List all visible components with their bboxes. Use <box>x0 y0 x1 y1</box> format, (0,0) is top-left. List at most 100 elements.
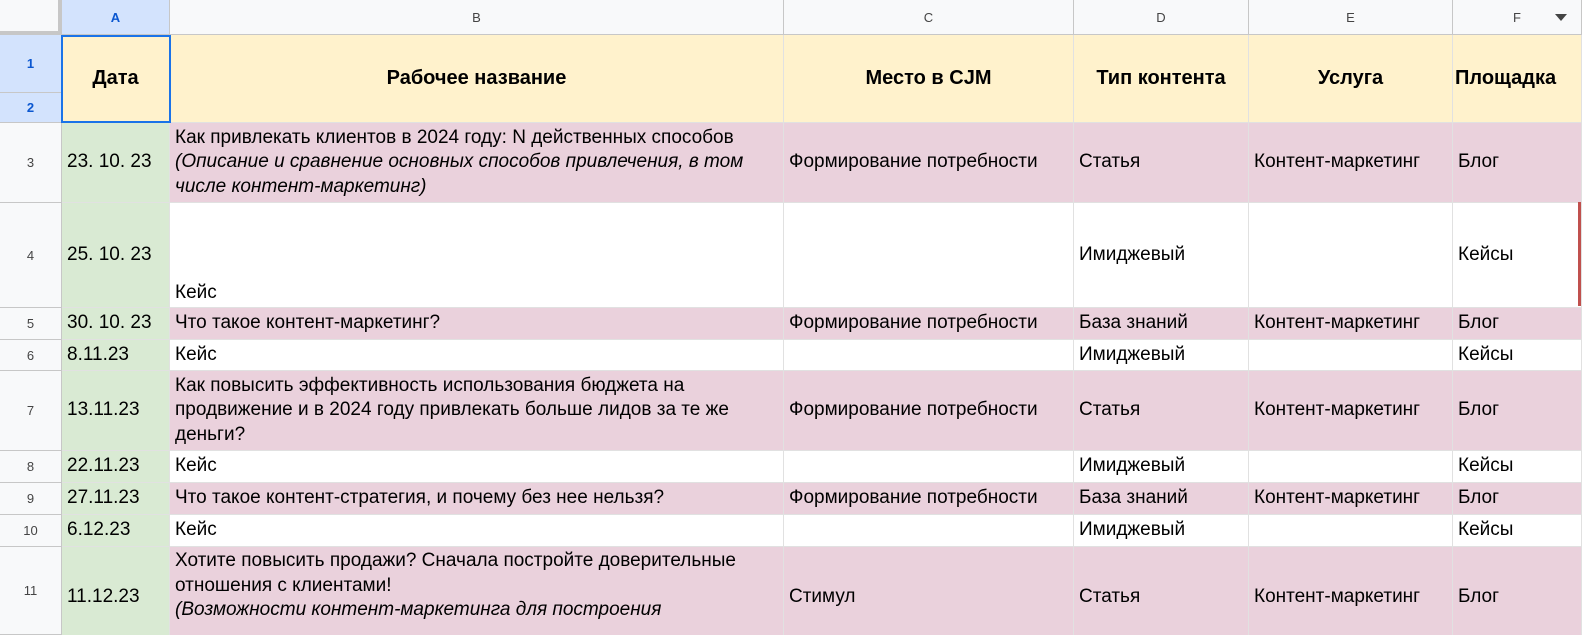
cell-title-text: Как привлекать клиентов в 2024 году: N д… <box>175 126 778 200</box>
row-header-8[interactable]: 8 <box>0 451 62 483</box>
cell-platform[interactable]: Блог <box>1453 123 1582 203</box>
cell-date[interactable]: 27.11.23 <box>62 483 170 515</box>
column-header-b[interactable]: B <box>170 0 784 35</box>
chevron-down-icon[interactable] <box>1555 14 1567 21</box>
row-header-10[interactable]: 10 <box>0 515 62 547</box>
cell-date[interactable]: 6.12.23 <box>62 515 170 547</box>
cell-service[interactable] <box>1249 515 1453 547</box>
cell-platform[interactable]: Кейсы <box>1453 340 1582 371</box>
row-number: 3 <box>26 155 35 170</box>
cell-date[interactable]: 22.11.23 <box>62 451 170 483</box>
cell-title[interactable]: Что такое контент-маркетинг? <box>170 308 784 340</box>
row-number: 7 <box>26 403 35 418</box>
cell-platform[interactable]: Кейсы <box>1453 451 1582 483</box>
edge-marker <box>1578 202 1581 306</box>
header-cell-cjm[interactable]: Место в CJM <box>784 35 1074 123</box>
cell-type[interactable]: Имиджевый <box>1074 451 1249 483</box>
cell-service[interactable] <box>1249 203 1453 308</box>
cell-service[interactable]: Контент-маркетинг <box>1249 371 1453 451</box>
cell-service[interactable]: Контент-маркетинг <box>1249 123 1453 203</box>
cell-cjm[interactable]: Формирование потребности <box>784 308 1074 340</box>
cell-title[interactable]: Кейс <box>170 340 784 371</box>
cell-title[interactable]: Как привлекать клиентов в 2024 году: N д… <box>170 123 784 203</box>
row-header-11[interactable]: 11 <box>0 547 62 635</box>
row-number: 4 <box>26 247 35 263</box>
cell-date[interactable]: 13.11.23 <box>62 371 170 451</box>
cell-title-text: Как повысить эффективность использования… <box>175 374 729 445</box>
cell-platform[interactable]: Блог <box>1453 371 1582 451</box>
cell-type[interactable]: Статья <box>1074 371 1249 451</box>
column-header-e[interactable]: E <box>1249 0 1453 35</box>
cell-platform[interactable]: Блог <box>1453 547 1582 635</box>
cell-type[interactable]: Имиджевый <box>1074 203 1249 308</box>
row-header-6[interactable]: 6 <box>0 340 62 371</box>
row-number: 2 <box>26 100 35 115</box>
column-letter: B <box>472 9 481 25</box>
cell-date[interactable]: 23. 10. 23 <box>62 123 170 203</box>
row-header-5[interactable]: 5 <box>0 308 62 340</box>
spreadsheet-grid: A B C D E F 1 2 3 4 5 6 7 8 9 10 11 Дата… <box>0 0 1582 635</box>
cell-type[interactable]: Статья <box>1074 123 1249 203</box>
cell-cjm[interactable] <box>784 340 1074 371</box>
cell-date[interactable]: 30. 10. 23 <box>62 308 170 340</box>
title-text: Хотите повысить продажи? Сначала построй… <box>175 550 736 596</box>
column-letter: E <box>1346 9 1355 25</box>
cell-service[interactable]: Контент-маркетинг <box>1249 483 1453 515</box>
column-header-f[interactable]: F <box>1453 0 1582 35</box>
cell-cjm[interactable] <box>784 451 1074 483</box>
header-cell-title[interactable]: Рабочее название <box>170 35 784 123</box>
row-number: 5 <box>26 316 35 331</box>
cell-date[interactable]: 25. 10. 23 <box>62 203 170 308</box>
title-text: Как привлекать клиентов в 2024 году: N д… <box>175 126 734 148</box>
column-header-d[interactable]: D <box>1074 0 1249 35</box>
column-letter: A <box>110 9 121 25</box>
column-letter: D <box>1156 9 1166 25</box>
header-cell-platform[interactable]: Площадка <box>1453 35 1582 123</box>
header-cell-type[interactable]: Тип контента <box>1074 35 1249 123</box>
header-cell-service[interactable]: Услуга <box>1249 35 1453 123</box>
column-letter: C <box>923 9 934 25</box>
cell-service[interactable]: Контент-маркетинг <box>1249 547 1453 635</box>
cell-date[interactable]: 11.12.23 <box>62 547 170 635</box>
select-all-corner[interactable] <box>0 0 62 35</box>
column-letter: F <box>1513 9 1521 25</box>
cell-title[interactable]: Кейс <box>170 451 784 483</box>
cell-type[interactable]: Имиджевый <box>1074 515 1249 547</box>
cell-platform[interactable]: Кейсы <box>1453 515 1582 547</box>
row-header-7[interactable]: 7 <box>0 371 62 451</box>
cell-cjm[interactable] <box>784 203 1074 308</box>
cell-cjm[interactable]: Стимул <box>784 547 1074 635</box>
cell-platform[interactable]: Блог <box>1453 308 1582 340</box>
cell-type[interactable]: Имиджевый <box>1074 340 1249 371</box>
cell-cjm[interactable]: Формирование потребности <box>784 483 1074 515</box>
cell-cjm[interactable]: Формирование потребности <box>784 123 1074 203</box>
cell-type[interactable]: Статья <box>1074 547 1249 635</box>
row-header-1[interactable]: 1 <box>0 35 62 93</box>
cell-cjm[interactable] <box>784 515 1074 547</box>
cell-service[interactable]: Контент-маркетинг <box>1249 308 1453 340</box>
row-header-3[interactable]: 3 <box>0 123 62 203</box>
row-number: 11 <box>23 583 38 598</box>
cell-title[interactable]: Как повысить эффективность использования… <box>170 371 784 451</box>
cell-platform[interactable]: Кейсы <box>1453 203 1582 308</box>
row-header-2[interactable]: 2 <box>0 93 62 123</box>
row-number: 9 <box>26 491 35 506</box>
cell-type[interactable]: База знаний <box>1074 308 1249 340</box>
cell-platform[interactable]: Блог <box>1453 483 1582 515</box>
title-note: (Описание и сравнение основных способов … <box>175 151 744 197</box>
cell-date[interactable]: 8.11.23 <box>62 340 170 371</box>
cell-service[interactable] <box>1249 340 1453 371</box>
column-header-c[interactable]: C <box>784 0 1074 35</box>
row-number: 10 <box>23 523 38 538</box>
row-header-9[interactable]: 9 <box>0 483 62 515</box>
cell-title[interactable]: Что такое контент-стратегия, и почему бе… <box>170 483 784 515</box>
cell-type[interactable]: База знаний <box>1074 483 1249 515</box>
cell-service[interactable] <box>1249 451 1453 483</box>
header-cell-date[interactable]: Дата <box>62 35 170 123</box>
cell-cjm[interactable]: Формирование потребности <box>784 371 1074 451</box>
column-header-a[interactable]: A <box>62 0 170 35</box>
cell-title[interactable]: Кейс <box>170 203 784 308</box>
row-header-4[interactable]: 4 <box>0 203 62 308</box>
cell-title[interactable]: Хотите повысить продажи? Сначала построй… <box>170 547 784 635</box>
cell-title[interactable]: Кейс <box>170 515 784 547</box>
